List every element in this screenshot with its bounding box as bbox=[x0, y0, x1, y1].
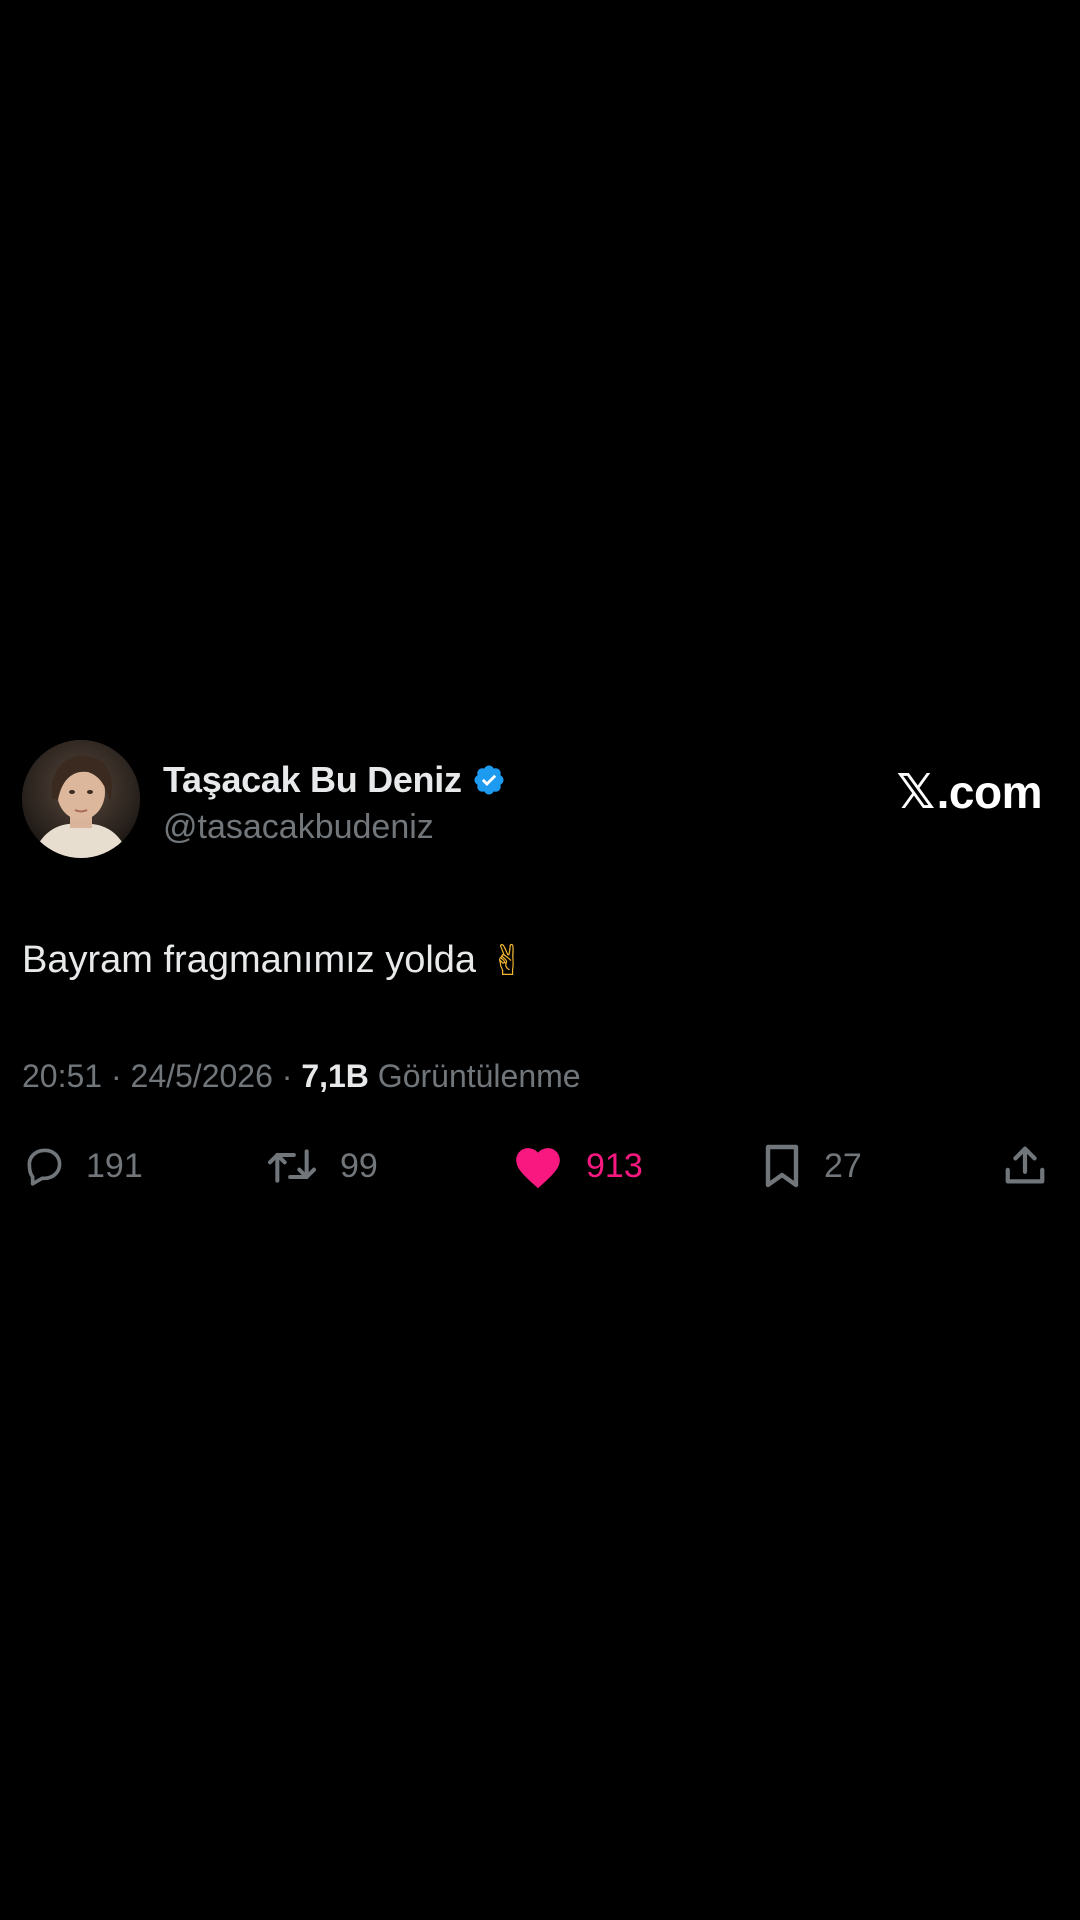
tweet-date[interactable]: 24/5/2026 bbox=[131, 1058, 273, 1094]
display-name[interactable]: Taşacak Bu Deniz bbox=[163, 759, 462, 801]
bookmark-icon bbox=[760, 1142, 804, 1190]
meta-separator: · bbox=[102, 1058, 131, 1094]
brand-domain: .com bbox=[936, 766, 1043, 818]
bookmark-button[interactable]: 27 bbox=[760, 1136, 862, 1196]
avatar[interactable] bbox=[22, 740, 140, 858]
share-icon bbox=[1002, 1143, 1048, 1189]
tweet-meta: 20:51 · 24/5/2026 · 7,1B Görüntülenme bbox=[22, 1058, 581, 1095]
x-logo-icon: 𝕏 bbox=[896, 764, 935, 820]
tweet-time[interactable]: 20:51 bbox=[22, 1058, 102, 1094]
views-count[interactable]: 7,1B bbox=[301, 1058, 369, 1094]
reply-count: 191 bbox=[86, 1146, 143, 1185]
like-button[interactable]: 913 bbox=[510, 1136, 643, 1196]
tweet-header: Taşacak Bu Deniz @tasacakbudeniz 𝕏 .com bbox=[22, 740, 1058, 870]
reply-icon bbox=[22, 1144, 66, 1188]
action-bar: 191 99 913 27 bbox=[22, 1136, 1058, 1196]
verified-badge-icon bbox=[472, 763, 506, 797]
bookmark-count: 27 bbox=[824, 1146, 862, 1185]
screen: Taşacak Bu Deniz @tasacakbudeniz 𝕏 .com B… bbox=[0, 0, 1080, 1920]
meta-separator: · bbox=[272, 1058, 302, 1094]
x-com-watermark: 𝕏 .com bbox=[896, 764, 1042, 820]
author-block: Taşacak Bu Deniz @tasacakbudeniz bbox=[163, 758, 506, 847]
share-button[interactable] bbox=[1002, 1136, 1048, 1196]
retweet-count: 99 bbox=[340, 1146, 378, 1185]
retweet-button[interactable]: 99 bbox=[264, 1136, 378, 1196]
reply-button[interactable]: 191 bbox=[22, 1136, 143, 1196]
like-count: 913 bbox=[586, 1146, 643, 1185]
tweet-text: Bayram fragmanımız yolda ✌ bbox=[22, 936, 525, 985]
name-row: Taşacak Bu Deniz bbox=[163, 758, 506, 802]
views-label: Görüntülenme bbox=[368, 1058, 581, 1094]
retweet-icon bbox=[264, 1144, 320, 1188]
tweet-body: Bayram fragmanımız yolda bbox=[22, 939, 477, 981]
heart-icon bbox=[510, 1142, 566, 1190]
author-handle[interactable]: @tasacakbudeniz bbox=[163, 808, 506, 847]
victory-hand-icon: ✌ bbox=[490, 936, 526, 985]
